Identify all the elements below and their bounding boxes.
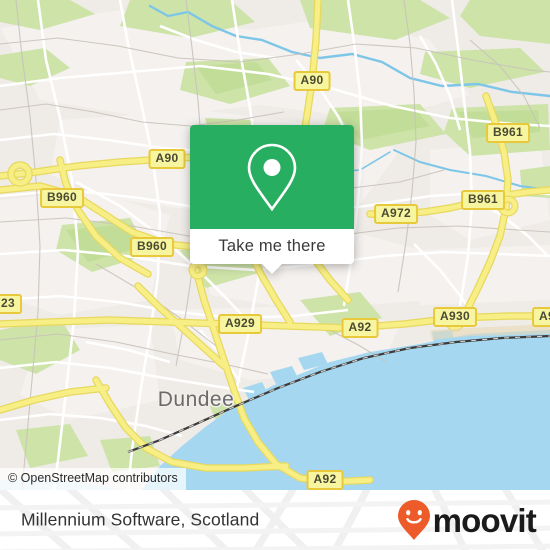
map-attribution[interactable]: © OpenStreetMap contributors xyxy=(0,468,186,490)
road-shield-b961-east[interactable]: B961 xyxy=(461,190,505,210)
moovit-brand[interactable]: moovit xyxy=(397,499,537,541)
road-shield-a929[interactable]: A929 xyxy=(218,314,262,334)
footer-bar: Millennium Software, Scotland moovit xyxy=(0,490,550,550)
popup-tail-pointer xyxy=(261,263,283,274)
popup-footer[interactable]: Take me there xyxy=(190,229,354,274)
road-shield-b960-west[interactable]: B960 xyxy=(40,188,84,208)
road-shield-a92[interactable]: A92 xyxy=(341,318,379,338)
city-label-dundee: Dundee xyxy=(157,388,235,411)
map-pin-icon xyxy=(247,143,297,212)
moovit-location-card: A90 A90 B961 B960 B961 A972 B960 23 A92 … xyxy=(0,0,550,550)
road-shield-a923-clipped[interactable]: 23 xyxy=(0,294,22,314)
location-popup-card[interactable]: Take me there xyxy=(190,125,354,274)
map-canvas[interactable]: A90 A90 B961 B960 B961 A972 B960 23 A92 … xyxy=(0,0,550,490)
road-shield-a9-clipped[interactable]: A9 xyxy=(532,307,550,327)
take-me-there-label: Take me there xyxy=(218,237,326,255)
road-shield-b960-south[interactable]: B960 xyxy=(130,237,174,257)
road-shield-a92-south[interactable]: A92 xyxy=(306,470,344,490)
location-title: Millennium Software, Scotland xyxy=(21,509,260,530)
road-shield-a90-north[interactable]: A90 xyxy=(293,71,331,91)
road-shield-b961-north[interactable]: B961 xyxy=(486,123,530,143)
popup-header xyxy=(190,125,354,229)
road-shield-a972[interactable]: A972 xyxy=(374,204,418,224)
moovit-wordmark: moovit xyxy=(432,501,537,539)
road-shield-a90-west[interactable]: A90 xyxy=(148,149,186,169)
road-shield-a930[interactable]: A930 xyxy=(433,307,477,327)
moovit-smiley-pin-icon xyxy=(397,500,430,540)
